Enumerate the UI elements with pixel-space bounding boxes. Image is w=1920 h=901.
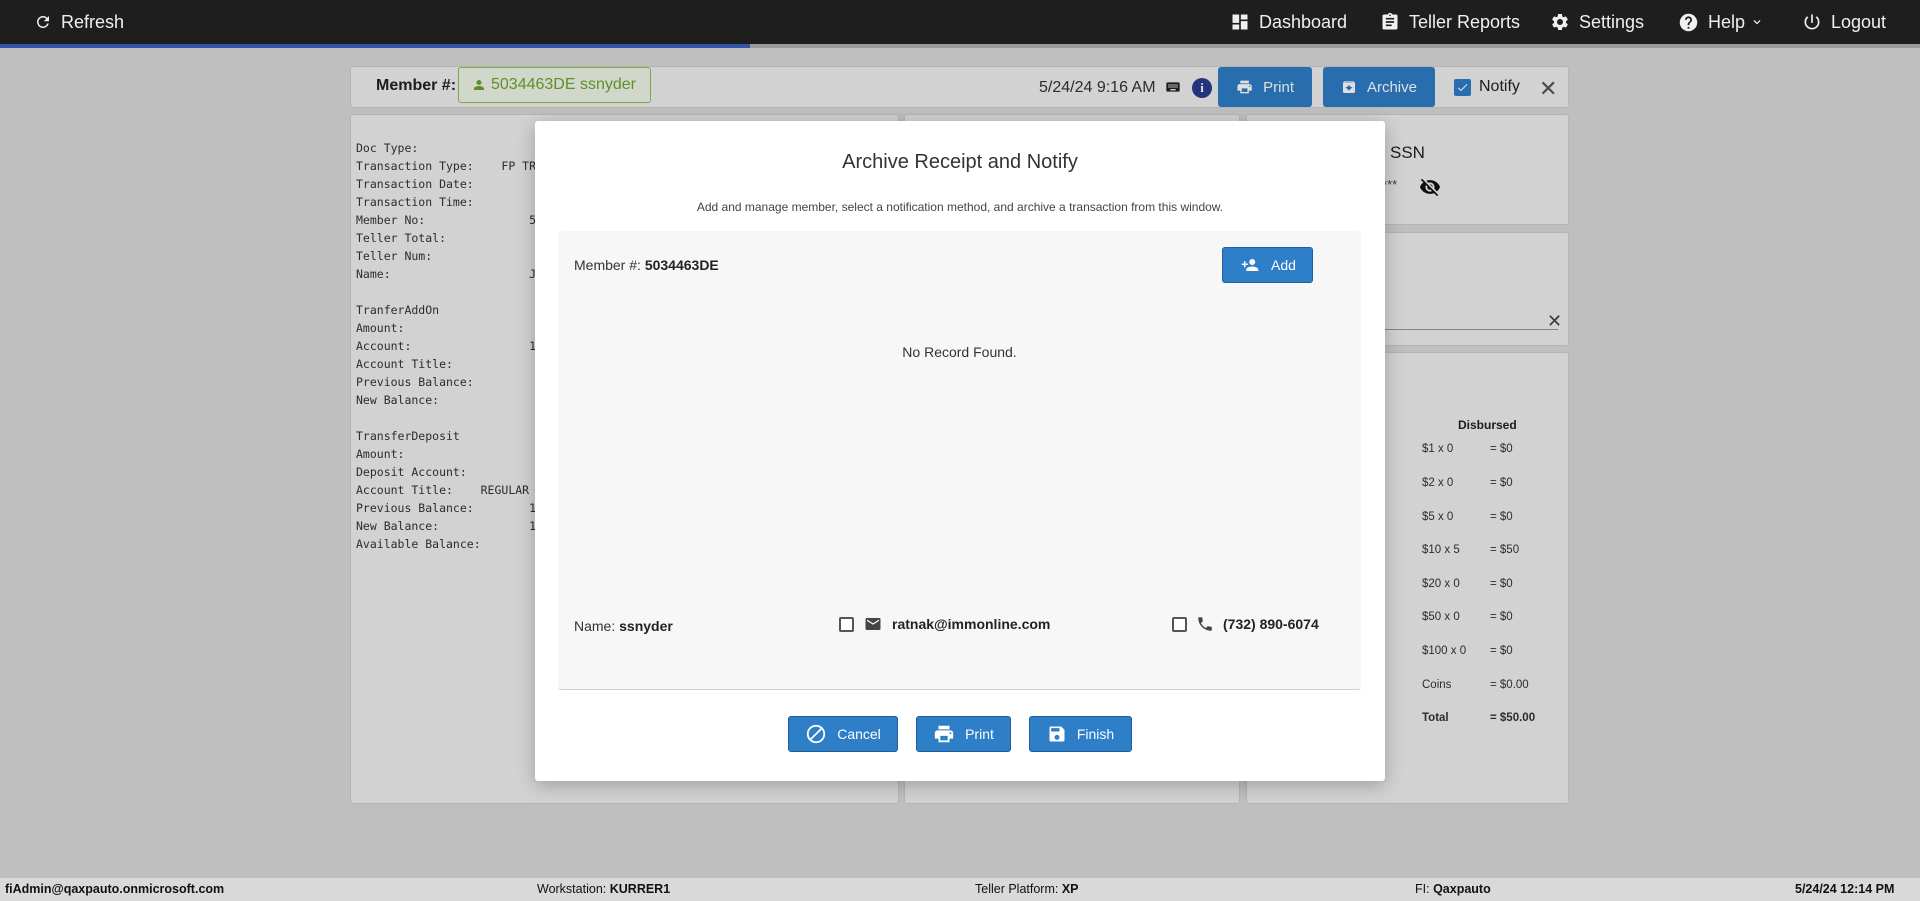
nav-help[interactable]: Help (1678, 0, 1764, 44)
email-icon (865, 618, 881, 630)
footer-datetime: 5/24/24 12:14 PM (1795, 882, 1895, 896)
nav-dashboard[interactable]: Dashboard (1230, 0, 1347, 44)
finish-button-label: Finish (1076, 726, 1115, 742)
contact-name: Name: ssnyder (574, 618, 673, 634)
cancel-icon (807, 724, 826, 744)
nav-settings-label: Settings (1579, 11, 1645, 32)
phone-checkbox[interactable] (1172, 616, 1187, 632)
modal-member: Member #: 5034463DE (574, 257, 719, 273)
footer-platform-value: XP (1061, 882, 1079, 896)
modal-title: Archive Receipt and Notify (842, 151, 1078, 173)
phone-value: (732) 890-6074 (1223, 616, 1319, 632)
no-record-message: No Record Found. (902, 344, 1017, 360)
nav-logout-label: Logout (1831, 11, 1887, 32)
nav-help-label: Help (1708, 11, 1746, 32)
nav-settings[interactable]: Settings (1550, 0, 1644, 44)
footer-workstation: Workstation: KURRER1 (537, 882, 670, 896)
add-button-label: Add (1271, 257, 1296, 273)
gear-icon (1552, 13, 1568, 31)
footer-workstation-value: KURRER1 (609, 882, 671, 896)
contact-name-value: ssnyder (619, 618, 673, 634)
modal-content-panel: Member #: 5034463DE Add No Record Found.… (558, 231, 1361, 690)
footer-fi-label: FI: (1415, 882, 1430, 896)
refresh-icon (37, 15, 49, 28)
status-footer: fiAdmin@qaxpauto.onmicrosoft.com Worksta… (0, 878, 1920, 901)
dashboard-icon (1232, 14, 1248, 30)
contact-name-label: Name: (574, 618, 616, 634)
nav-teller-reports-label: Teller Reports (1409, 11, 1521, 32)
top-nav-bar: Refresh Dashboard Teller Reports Setting… (0, 0, 1920, 48)
nav-teller-reports[interactable]: Teller Reports (1380, 0, 1520, 44)
phone-option[interactable]: (732) 890-6074 (1172, 615, 1319, 633)
nav-logout[interactable]: Logout (1802, 0, 1886, 44)
footer-workstation-label: Workstation: (537, 882, 607, 896)
footer-platform-label: Teller Platform: (975, 882, 1059, 896)
power-icon (1804, 14, 1820, 30)
chevron-down-icon (1753, 20, 1761, 25)
add-button[interactable]: Add (1222, 247, 1313, 283)
modal-member-label: Member #: (574, 257, 641, 273)
archive-notify-modal: Archive Receipt and Notify Add and manag… (535, 121, 1385, 781)
nav-dashboard-label: Dashboard (1259, 11, 1348, 32)
modal-member-number: 5034463DE (644, 257, 719, 273)
clipboard-icon (1382, 12, 1398, 30)
modal-print-label: Print (965, 726, 994, 742)
modal-print-button[interactable]: Print (916, 716, 1011, 752)
footer-fi: FI: Qaxpauto (1415, 882, 1491, 896)
cancel-button-label: Cancel (837, 726, 881, 742)
add-user-icon (1241, 259, 1259, 271)
email-option[interactable]: ratnak@immonline.com (839, 615, 1050, 633)
refresh-button[interactable]: Refresh (34, 0, 124, 44)
footer-fi-value: Qaxpauto (1433, 882, 1491, 896)
help-icon (1679, 13, 1698, 31)
email-checkbox[interactable] (839, 616, 854, 632)
footer-user: fiAdmin@qaxpauto.onmicrosoft.com (5, 882, 225, 896)
cancel-button[interactable]: Cancel (788, 716, 898, 752)
footer-platform: Teller Platform: XP (975, 882, 1079, 896)
phone-icon (1198, 617, 1212, 631)
modal-subtitle: Add and manage member, select a notifica… (696, 200, 1224, 214)
finish-button[interactable]: Finish (1029, 716, 1132, 752)
save-icon (1049, 726, 1065, 742)
refresh-label: Refresh (61, 11, 125, 32)
email-value: ratnak@immonline.com (892, 616, 1051, 632)
print-icon (934, 725, 954, 743)
